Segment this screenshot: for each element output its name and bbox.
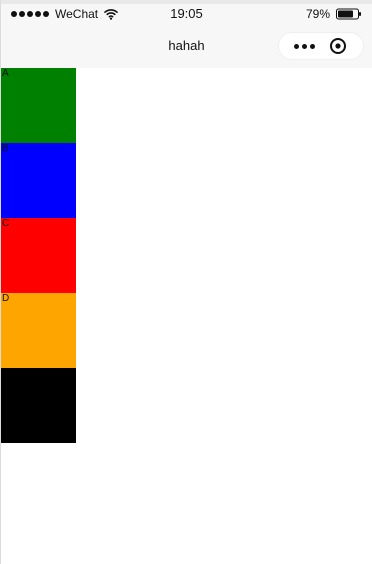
more-button[interactable] [289,36,319,56]
signal-dot [35,11,41,17]
battery-icon [336,8,361,20]
carrier-label: WeChat [55,7,99,21]
target-button[interactable] [323,36,353,56]
status-left: WeChat [11,4,118,24]
color-block-e [1,368,76,443]
block-label: D [2,293,10,304]
signal-dot [11,11,17,17]
signal-dot [19,11,25,17]
status-right: 79% [306,4,362,24]
color-block-b: B [1,143,76,218]
capsule-menu [278,32,364,60]
nav-bar: hahah [1,24,372,68]
more-dot [293,43,299,49]
battery-fill [338,10,354,18]
color-block-c: C [1,218,76,293]
page-title: hahah [168,38,205,53]
more-dot [301,43,307,49]
color-block-list: A B C D [1,68,76,443]
block-label: B [2,143,9,154]
status-bar: WeChat 19:05 79% [1,4,372,24]
status-time: 19:05 [170,6,203,21]
target-icon [330,38,346,54]
more-icon [293,43,315,49]
phone-screen: WeChat 19:05 79% hahah A B C D [0,0,372,564]
color-block-a: A [1,68,76,143]
wifi-icon [104,9,118,20]
battery-percent: 79% [305,7,330,21]
color-block-d: D [1,293,76,368]
content-area: A B C D [1,68,372,564]
signal-dot [43,11,49,17]
block-label: A [2,68,9,79]
block-label: C [2,218,10,229]
signal-dots-icon [11,11,49,17]
more-dot [309,43,315,49]
signal-dot [27,11,33,17]
